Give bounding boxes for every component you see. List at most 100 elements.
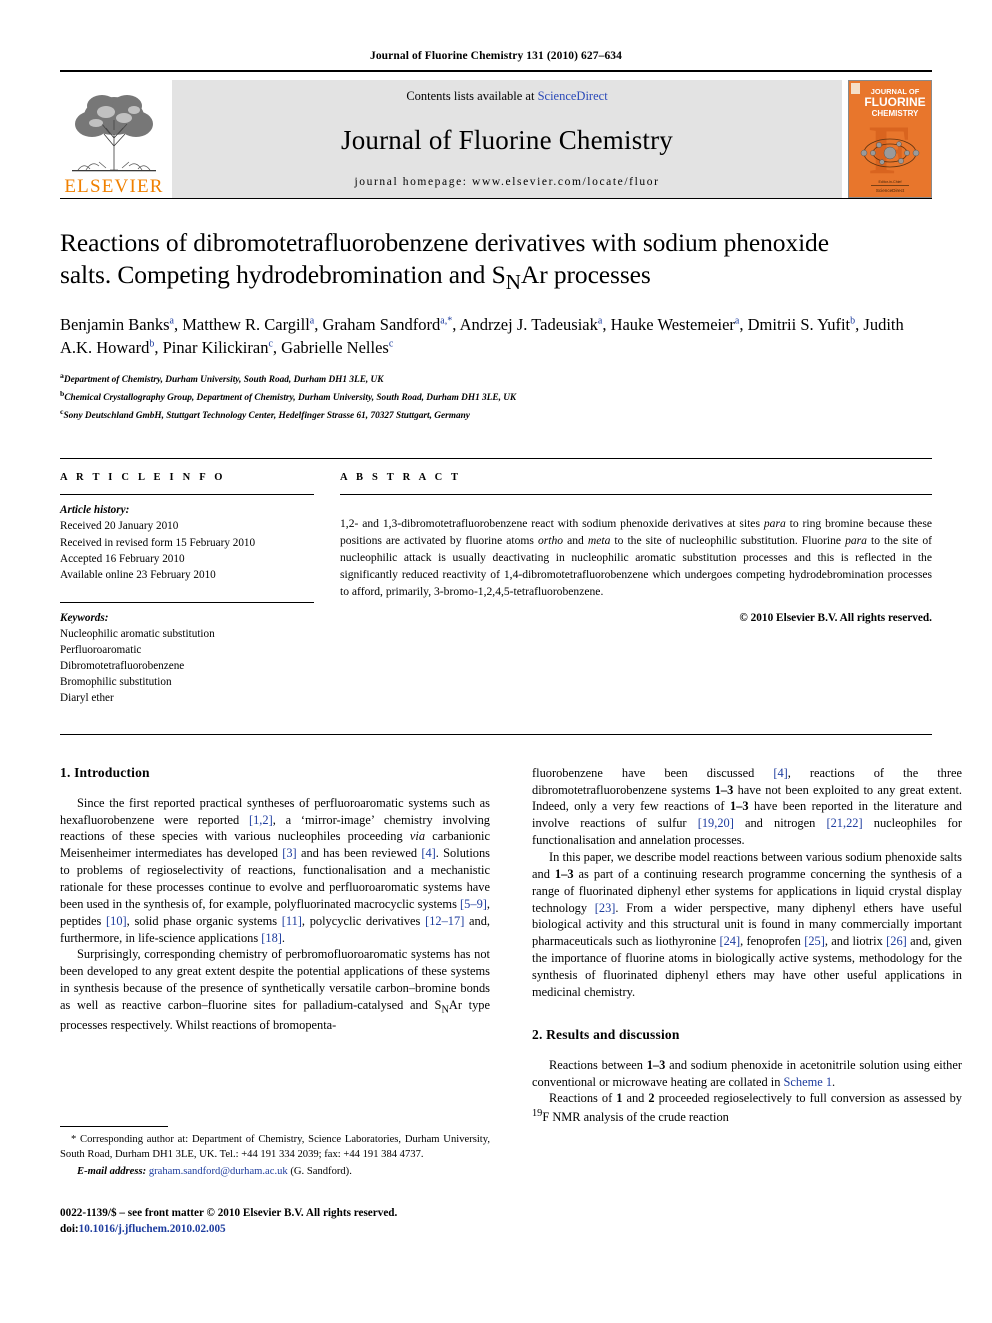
keyword-item: Dibromotetrafluorobenzene bbox=[60, 659, 185, 672]
email-label: E-mail address: bbox=[77, 1166, 147, 1178]
lp1-seg-10: . bbox=[281, 930, 286, 945]
abs-italic-para-1: para bbox=[763, 517, 786, 531]
author-name: Benjamin Banks bbox=[60, 314, 170, 334]
contents-available-line: Contents lists available at ScienceDirec… bbox=[406, 89, 607, 104]
abs-seg-4: to the site of nucleophilic substitution… bbox=[610, 533, 846, 547]
elsevier-logo: ELSEVIER bbox=[60, 80, 168, 198]
rp1-seg-1: fluorobenzene have been discussed bbox=[532, 765, 774, 780]
email-suffix: (G. Sandford). bbox=[290, 1166, 352, 1178]
author-name: Gabrielle Nelles bbox=[281, 337, 389, 357]
author-affiliation-marker: b bbox=[850, 315, 856, 327]
title-line-2b: Ar processes bbox=[520, 259, 651, 289]
citation-ref-12-17[interactable]: [12–17] bbox=[425, 914, 464, 928]
doi-link[interactable]: 10.1016/j.jfluchem.2010.02.005 bbox=[79, 1223, 226, 1235]
elsevier-tree-icon bbox=[72, 95, 156, 172]
lp2-subscript-n: N bbox=[441, 1004, 449, 1016]
author-affiliation-marker: a bbox=[309, 315, 315, 327]
affiliation-text: Department of Chemistry, Durham Universi… bbox=[63, 375, 384, 386]
lp1-seg-8: , polycyclic derivatives bbox=[301, 913, 426, 928]
article-history-entry: Available online 23 February 2010 bbox=[60, 568, 216, 581]
author-list: Benjamin Banksa, Matthew R. Cargilla, Gr… bbox=[60, 314, 904, 357]
article-history-entry: Received in revised form 15 February 201… bbox=[60, 536, 256, 549]
author-affiliation-marker: a,* bbox=[440, 315, 453, 327]
journal-masthead: ELSEVIER Contents lists available at Sci… bbox=[60, 70, 932, 198]
keyword-item: Perfluoroaromatic bbox=[60, 643, 142, 656]
citation-ref-21-22[interactable]: [21,22] bbox=[826, 816, 862, 830]
rp4-seg-1: Reactions of bbox=[549, 1091, 617, 1106]
affiliation-text: Chemical Crystallography Group, Departme… bbox=[64, 393, 517, 404]
issn-line: 0022-1139/$ – see front matter © 2010 El… bbox=[60, 1207, 398, 1219]
citation-ref-4b[interactable]: [4] bbox=[773, 766, 787, 780]
citation-ref-4[interactable]: [4] bbox=[421, 846, 435, 860]
author-affiliation-marker: a bbox=[169, 315, 174, 327]
title-subscript-n: N bbox=[505, 269, 521, 294]
journal-homepage[interactable]: journal homepage: www.elsevier.com/locat… bbox=[354, 176, 659, 188]
journal-cover-thumbnail: JOURNAL OF FLUORINE CHEMISTRY F bbox=[848, 80, 932, 198]
affiliation-entry: bChemical Crystallography Group, Departm… bbox=[60, 388, 932, 406]
author-affiliation-marker: b bbox=[149, 338, 155, 350]
compound-1-3-b: 1–3 bbox=[729, 799, 749, 814]
keyword-item: Nucleophilic aromatic substitution bbox=[60, 627, 215, 640]
page-title: Reactions of dibromotetrafluorobenzene d… bbox=[60, 227, 932, 296]
affiliation-entry: cSony Deutschland GmbH, Stuttgart Techno… bbox=[60, 406, 932, 424]
author-name: Hauke Westemeier bbox=[610, 314, 735, 334]
issn-doi-block: 0022-1139/$ – see front matter © 2010 El… bbox=[60, 1206, 490, 1238]
article-page: Journal of Fluorine Chemistry 131 (2010)… bbox=[0, 0, 992, 1323]
citation-ref-3[interactable]: [3] bbox=[282, 846, 296, 860]
abstract-column: A B S T R A C T 1,2- and 1,3-dibromotetr… bbox=[340, 472, 932, 705]
lp1-seg-7: , solid phase organic systems bbox=[126, 913, 282, 928]
body-columns: 1. Introduction Since the first reported… bbox=[60, 733, 962, 1127]
contents-prefix: Contents lists available at bbox=[406, 89, 538, 103]
rp4-seg-4: F NMR analysis of the crude reaction bbox=[542, 1110, 729, 1125]
citation-ref-1-2[interactable]: [1,2] bbox=[249, 813, 273, 827]
journal-title: Journal of Fluorine Chemistry bbox=[340, 124, 673, 155]
abs-seg-1: 1,2- and 1,3-dibromotetrafluorobenzene r… bbox=[340, 517, 764, 531]
keyword-item: Bromophilic substitution bbox=[60, 675, 172, 688]
sciencedirect-link[interactable]: ScienceDirect bbox=[538, 89, 608, 103]
abs-seg-3: and bbox=[563, 533, 588, 547]
abs-italic-para-2: para bbox=[845, 533, 867, 547]
right-paragraph-1: fluorobenzene have been discussed [4], r… bbox=[532, 765, 962, 849]
keywords-label: Keywords: bbox=[60, 611, 109, 624]
body-column-left: 1. Introduction Since the first reported… bbox=[60, 765, 490, 1127]
doi-line: doi:10.1016/j.jfluchem.2010.02.005 bbox=[60, 1222, 490, 1238]
compound-1-3-a: 1–3 bbox=[714, 782, 734, 797]
article-history-entry: Received 20 January 2010 bbox=[60, 520, 179, 533]
affiliation-text: Sony Deutschland GmbH, Stuttgart Technol… bbox=[63, 411, 470, 422]
citation-ref-11[interactable]: [11] bbox=[282, 914, 302, 928]
rp4-seg-2: and bbox=[622, 1091, 649, 1106]
rp1-seg-5: and nitrogen bbox=[733, 816, 827, 831]
rp3-seg-3: . bbox=[832, 1074, 836, 1089]
citation-ref-23[interactable]: [23] bbox=[595, 901, 616, 915]
results-paragraph-2: Reactions of 1 and 2 proceeded regiosele… bbox=[532, 1090, 962, 1126]
intro-paragraph-1: Since the first reported practical synth… bbox=[60, 795, 490, 947]
affiliation-entry: aDepartment of Chemistry, Durham Univers… bbox=[60, 370, 932, 388]
cover-art: JOURNAL OF FLUORINE CHEMISTRY F bbox=[849, 81, 931, 197]
right-paragraph-2: In this paper, we describe model reactio… bbox=[532, 849, 962, 1001]
article-info-heading: A R T I C L E I N F O bbox=[60, 472, 226, 484]
citation-ref-26[interactable]: [26] bbox=[886, 934, 907, 948]
svg-text:FLUORINE: FLUORINE bbox=[864, 95, 925, 109]
compound-1-3-d: 1–3 bbox=[646, 1057, 666, 1072]
citation-ref-24[interactable]: [24] bbox=[719, 934, 740, 948]
author-affiliation-marker: a bbox=[734, 315, 740, 327]
citation-ref-25[interactable]: [25] bbox=[804, 934, 825, 948]
body-column-right: fluorobenzene have been discussed [4], r… bbox=[532, 765, 962, 1127]
citation-ref-19-20[interactable]: [19,20] bbox=[698, 816, 734, 830]
info-abstract-region: A R T I C L E I N F O Article history: R… bbox=[60, 458, 932, 705]
citation-ref-18[interactable]: [18] bbox=[261, 931, 282, 945]
article-info-column: A R T I C L E I N F O Article history: R… bbox=[60, 472, 340, 705]
email-link[interactable]: graham.sandford@durham.ac.uk bbox=[149, 1166, 288, 1177]
lp1-italic-via: via bbox=[409, 829, 426, 844]
rp2-seg-5: , and liotrix bbox=[824, 934, 887, 949]
abstract-rule bbox=[340, 494, 932, 496]
article-history-label: Article history: bbox=[60, 504, 130, 517]
title-block: Reactions of dibromotetrafluorobenzene d… bbox=[60, 199, 932, 424]
scheme-1-link[interactable]: Scheme 1 bbox=[784, 1075, 833, 1089]
citation-ref-10[interactable]: [10] bbox=[106, 914, 127, 928]
footnote-email-line: E-mail address: graham.sandford@durham.a… bbox=[60, 1164, 490, 1179]
author-name: Graham Sandford bbox=[322, 314, 441, 334]
citation-ref-5-9[interactable]: [5–9] bbox=[460, 897, 487, 911]
results-paragraph-1: Reactions between 1–3 and sodium phenoxi… bbox=[532, 1057, 962, 1091]
rp2-seg-4: , fenoprofen bbox=[740, 934, 805, 949]
